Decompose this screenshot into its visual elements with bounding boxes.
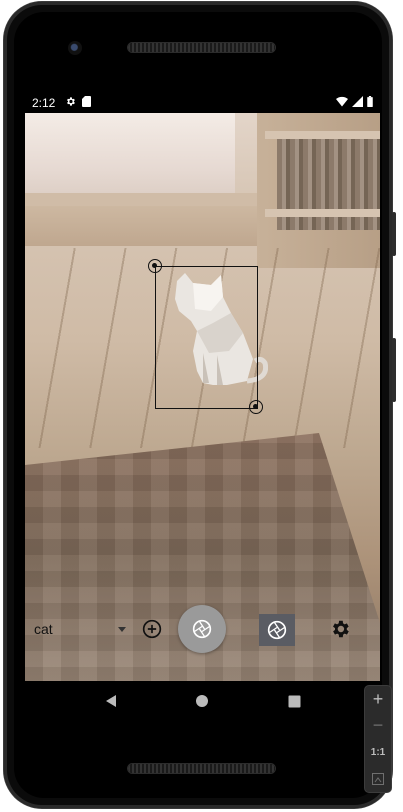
camera-shutter-icon [192,619,212,639]
emulator-zoom-toolbar: + − 1:1 [365,686,391,792]
back-button[interactable] [101,691,121,711]
window-sill [25,206,285,246]
top-speaker-grille [128,43,275,52]
front-camera-lens [68,41,82,55]
camera-preview[interactable]: cat [25,113,380,681]
sd-card-icon [82,96,92,110]
bbox-bottom-right-handle[interactable] [249,400,263,414]
status-bar: 2:12 [25,93,380,113]
signal-icon [352,96,363,110]
wifi-icon [336,96,348,110]
add-circle-icon [142,619,162,639]
add-label-button[interactable] [142,619,162,639]
capture-shutter-button[interactable] [178,605,226,653]
fit-screen-icon [372,772,384,785]
battery-icon [367,96,373,110]
camera-controls: cat [25,605,380,655]
home-circle-icon [196,695,209,707]
zoom-out-button[interactable]: − [367,715,389,736]
power-button[interactable] [392,338,396,402]
status-time: 2:12 [32,96,56,110]
settings-icon [65,96,76,110]
gear-icon [333,620,349,638]
shelf-board [265,209,380,217]
label-dropdown-value: cat [34,621,53,637]
bbox-top-left-handle[interactable] [148,259,162,273]
back-triangle-icon [105,695,116,707]
volume-button[interactable] [392,212,396,256]
home-button[interactable] [192,691,212,711]
zoom-in-button[interactable]: + [367,689,389,709]
settings-button[interactable] [329,618,351,640]
recents-button[interactable] [284,691,304,711]
bottom-speaker-grille [128,764,275,773]
fit-screen-button[interactable] [367,769,389,789]
recents-square-icon [288,695,301,707]
detection-bounding-box[interactable] [155,266,258,409]
shelf-board [265,131,380,139]
label-dropdown[interactable]: cat [34,618,126,640]
actual-size-button[interactable]: 1:1 [367,742,389,762]
camera-shutter-icon [267,620,287,640]
chevron-down-icon [118,626,126,632]
android-nav-bar [25,681,380,721]
shutter-mode-button[interactable] [259,614,295,646]
